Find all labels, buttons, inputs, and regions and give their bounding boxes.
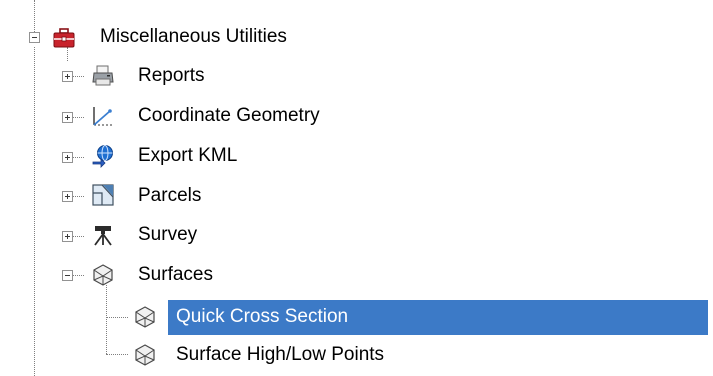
tree-item-label-quick-cross-section[interactable]: Quick Cross Section bbox=[176, 305, 348, 329]
tree-connector bbox=[72, 157, 84, 158]
tree-connector bbox=[34, 0, 35, 32]
parcel-map-icon bbox=[91, 183, 115, 207]
tree-connector bbox=[106, 285, 107, 354]
surface-icon bbox=[133, 343, 157, 367]
surface-icon bbox=[91, 263, 115, 287]
expander-expand-icon[interactable] bbox=[62, 191, 73, 202]
tree-connector bbox=[72, 76, 84, 77]
expander-expand-icon[interactable] bbox=[62, 231, 73, 242]
tree-item-label-surfaces[interactable]: Surfaces bbox=[138, 263, 213, 287]
tree-item-label-export-kml[interactable]: Export KML bbox=[138, 144, 237, 168]
tree-connector bbox=[34, 47, 35, 376]
expander-expand-icon[interactable] bbox=[62, 152, 73, 163]
tree-connector bbox=[72, 196, 84, 197]
tree-connector bbox=[106, 317, 128, 318]
tree-item-label-survey[interactable]: Survey bbox=[138, 223, 197, 247]
tree-connector bbox=[72, 117, 84, 118]
toolbox-icon bbox=[52, 26, 76, 50]
tree-view: Miscellaneous Utilities Reports Coordina… bbox=[0, 0, 713, 376]
surface-icon bbox=[133, 305, 157, 329]
tree-item-label-miscellaneous-utilities[interactable]: Miscellaneous Utilities bbox=[100, 25, 287, 49]
tree-connector bbox=[72, 275, 84, 276]
tree-connector bbox=[106, 354, 128, 355]
globe-export-icon bbox=[91, 144, 115, 168]
tree-connector bbox=[72, 236, 84, 237]
tree-item-label-parcels[interactable]: Parcels bbox=[138, 184, 201, 208]
tree-item-label-coordinate-geometry[interactable]: Coordinate Geometry bbox=[138, 104, 320, 128]
tree-item-label-reports[interactable]: Reports bbox=[138, 64, 205, 88]
cogo-icon bbox=[91, 104, 115, 128]
survey-tripod-icon bbox=[91, 223, 115, 247]
expander-expand-icon[interactable] bbox=[62, 71, 73, 82]
expander-expand-icon[interactable] bbox=[62, 112, 73, 123]
tree-item-label-surface-high-low-points[interactable]: Surface High/Low Points bbox=[176, 343, 384, 367]
printer-icon bbox=[91, 64, 115, 88]
expander-collapse-icon[interactable] bbox=[29, 32, 40, 43]
expander-collapse-icon[interactable] bbox=[62, 270, 73, 281]
